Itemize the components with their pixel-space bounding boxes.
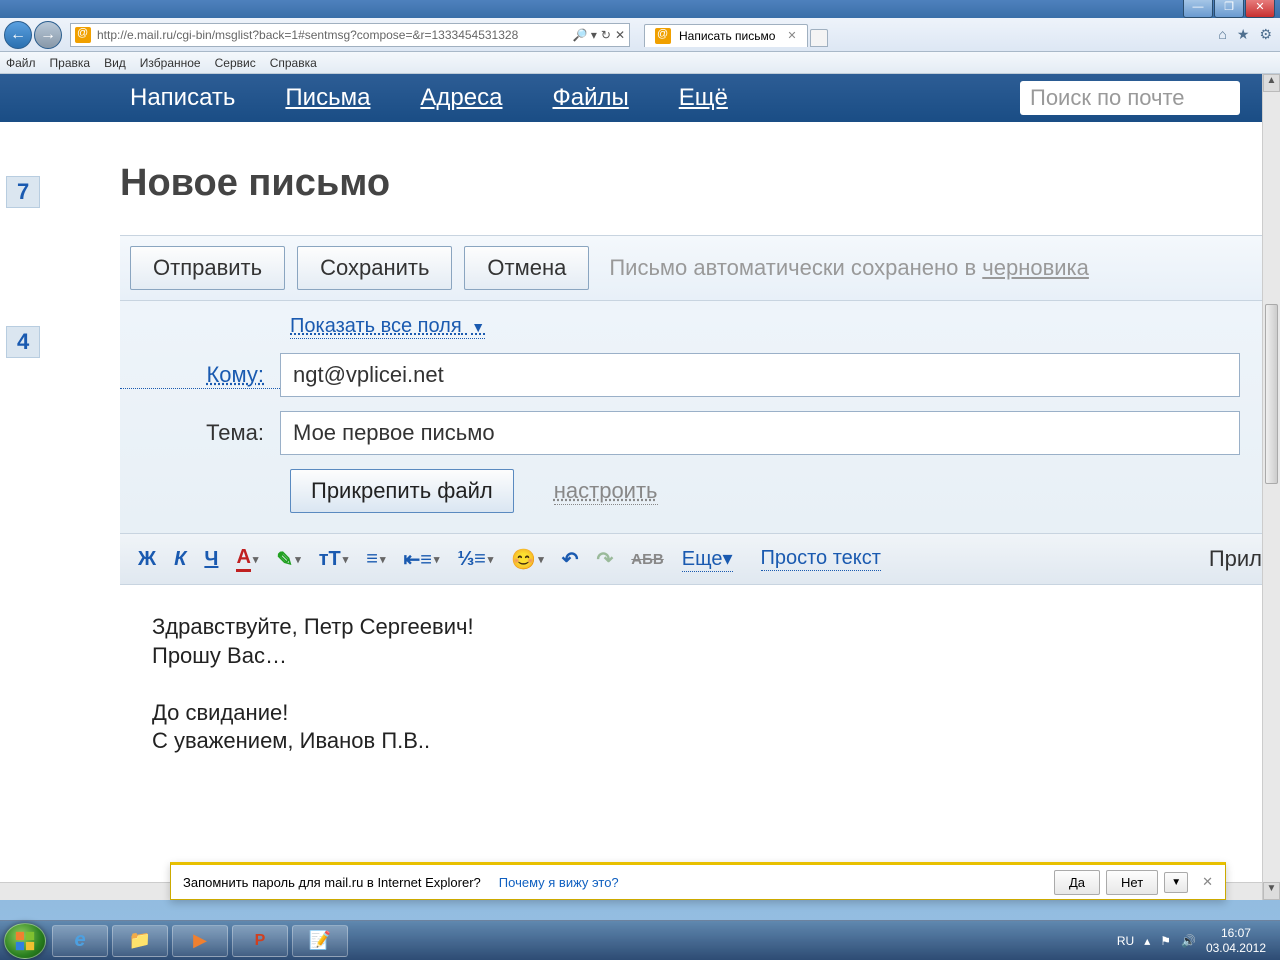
notif-close-icon[interactable]: ✕ — [1202, 874, 1213, 890]
configure-link[interactable]: настроить — [554, 478, 658, 505]
italic-icon[interactable]: К — [174, 548, 186, 571]
search-dropdown-icon[interactable]: 🔎 ▾ — [573, 28, 597, 42]
vertical-scrollbar[interactable]: ▲ ▼ — [1262, 74, 1280, 900]
stop-icon[interactable]: ✕ — [615, 28, 625, 42]
nav-letters[interactable]: Письма — [285, 84, 370, 112]
editor-more-link[interactable]: Еще▾ — [682, 546, 733, 572]
menu-favorites[interactable]: Избранное — [140, 56, 201, 70]
taskbar-explorer[interactable]: 📁 — [112, 925, 168, 957]
scroll-thumb[interactable] — [1265, 304, 1278, 484]
nav-more[interactable]: Ещё — [679, 84, 728, 112]
minimize-button[interactable]: — — [1183, 0, 1213, 18]
taskbar-ie[interactable]: e — [52, 925, 108, 957]
taskbar: e 📁 ▶ P 📝 RU ▴ ⚑ 🔊 16:07 03.04.2012 — [0, 920, 1280, 960]
to-label[interactable]: Кому: — [120, 362, 280, 389]
mail-navigation: Написать Письма Адреса Файлы Ещё Поиск п… — [0, 74, 1280, 122]
chevron-down-icon: ▼ — [471, 319, 485, 335]
menu-view[interactable]: Вид — [104, 56, 126, 70]
menu-edit[interactable]: Правка — [50, 56, 91, 70]
font-size-icon[interactable]: тT▾ — [319, 548, 349, 571]
cancel-button[interactable]: Отмена — [464, 246, 589, 290]
attach-file-button[interactable]: Прикрепить файл — [290, 469, 514, 513]
browser-tab-active[interactable]: Написать письмо ✕ — [644, 24, 808, 47]
tab-title: Написать письмо — [679, 29, 775, 43]
body-line: Прошу Вас… — [152, 642, 1248, 671]
strike-icon[interactable]: АБВ — [631, 551, 663, 568]
nav-compose[interactable]: Написать — [130, 84, 235, 112]
subject-input[interactable] — [280, 411, 1240, 455]
maximize-button[interactable]: ❐ — [1214, 0, 1244, 18]
site-favicon — [75, 27, 91, 43]
send-button[interactable]: Отправить — [130, 246, 285, 290]
editor-toolbar: Ж К Ч A▾ ✎▾ тT▾ ≡▾ ⇤≡▾ ⅓≡▾ 😊▾ ↶ ↷ АБВ Ещ… — [120, 534, 1280, 585]
attachments-heading: Прил — [1209, 546, 1262, 572]
tray-lang[interactable]: RU — [1117, 934, 1134, 948]
menu-service[interactable]: Сервис — [215, 56, 256, 70]
align-icon[interactable]: ≡▾ — [366, 548, 385, 571]
show-all-fields-link[interactable]: Показать все поля ▼ — [290, 315, 485, 339]
font-color-icon[interactable]: A▾ — [236, 546, 258, 572]
password-notification-bar: Запомнить пароль для mail.ru в Internet … — [170, 862, 1226, 900]
autosave-status: Письмо автоматически сохранено в чернови… — [609, 255, 1089, 281]
list-icon[interactable]: ⅓≡▾ — [457, 548, 493, 571]
page-title: Новое письмо — [120, 162, 1280, 205]
undo-icon[interactable]: ↶ — [562, 547, 579, 572]
forward-button[interactable]: → — [34, 21, 62, 49]
address-controls: 🔎 ▾ ↻ ✕ — [569, 28, 629, 42]
highlight-icon[interactable]: ✎▾ — [276, 547, 300, 572]
nav-addresses[interactable]: Адреса — [420, 84, 502, 112]
mail-search-box[interactable]: Поиск по почте — [1020, 81, 1240, 115]
to-input[interactable] — [280, 353, 1240, 397]
bold-icon[interactable]: Ж — [138, 548, 156, 571]
tools-gear-icon[interactable]: ⚙ — [1259, 26, 1272, 43]
folder-count-7: 7 — [6, 176, 40, 208]
window-titlebar: — ❐ ✕ — [0, 0, 1280, 18]
tab-favicon — [655, 28, 671, 44]
taskbar-app[interactable]: 📝 — [292, 925, 348, 957]
indent-icon[interactable]: ⇤≡▾ — [403, 547, 439, 572]
refresh-icon[interactable]: ↻ — [601, 28, 611, 42]
emoji-icon[interactable]: 😊▾ — [511, 547, 543, 572]
tray-volume-icon[interactable]: 🔊 — [1181, 934, 1196, 948]
redo-icon[interactable]: ↷ — [597, 547, 614, 572]
back-button[interactable]: ← — [4, 21, 32, 49]
notif-dropdown[interactable]: ▼ — [1164, 872, 1188, 893]
scroll-down-arrow[interactable]: ▼ — [1263, 882, 1280, 900]
address-bar[interactable]: 🔎 ▾ ↻ ✕ — [70, 23, 630, 47]
start-button[interactable] — [4, 923, 46, 959]
favorites-star-icon[interactable]: ★ — [1237, 26, 1250, 43]
nav-files[interactable]: Файлы — [552, 84, 628, 112]
folder-count-4: 4 — [6, 326, 40, 358]
message-body[interactable]: Здравствуйте, Петр Сергеевич! Прошу Вас…… — [120, 585, 1280, 784]
close-button[interactable]: ✕ — [1245, 0, 1275, 18]
tab-close-icon[interactable]: ✕ — [787, 29, 796, 42]
new-tab-button[interactable] — [810, 29, 828, 47]
notif-no-button[interactable]: Нет — [1106, 870, 1158, 895]
scroll-up-arrow[interactable]: ▲ — [1263, 74, 1280, 92]
underline-icon[interactable]: Ч — [204, 548, 218, 571]
taskbar-mediaplayer[interactable]: ▶ — [172, 925, 228, 957]
tray-flag-icon[interactable]: ⚑ — [1160, 934, 1171, 948]
url-input[interactable] — [95, 26, 569, 44]
notification-text: Запомнить пароль для mail.ru в Internet … — [183, 875, 481, 890]
notif-yes-button[interactable]: Да — [1054, 870, 1100, 895]
body-line: Здравствуйте, Петр Сергеевич! — [152, 613, 1248, 642]
browser-menu-bar: Файл Правка Вид Избранное Сервис Справка — [0, 52, 1280, 74]
tray-up-icon[interactable]: ▴ — [1144, 934, 1150, 948]
why-link[interactable]: Почему я вижу это? — [499, 875, 619, 890]
home-icon[interactable]: ⌂ — [1218, 26, 1226, 43]
tray-clock[interactable]: 16:07 03.04.2012 — [1206, 926, 1266, 955]
plain-text-link[interactable]: Просто текст — [761, 547, 881, 571]
menu-file[interactable]: Файл — [6, 56, 36, 70]
menu-help[interactable]: Справка — [270, 56, 317, 70]
body-line: До свидание! — [152, 699, 1248, 728]
taskbar-powerpoint[interactable]: P — [232, 925, 288, 957]
save-button[interactable]: Сохранить — [297, 246, 452, 290]
drafts-link[interactable]: черновика — [982, 255, 1089, 280]
subject-label: Тема: — [120, 420, 280, 446]
body-line: С уважением, Иванов П.В.. — [152, 727, 1248, 756]
